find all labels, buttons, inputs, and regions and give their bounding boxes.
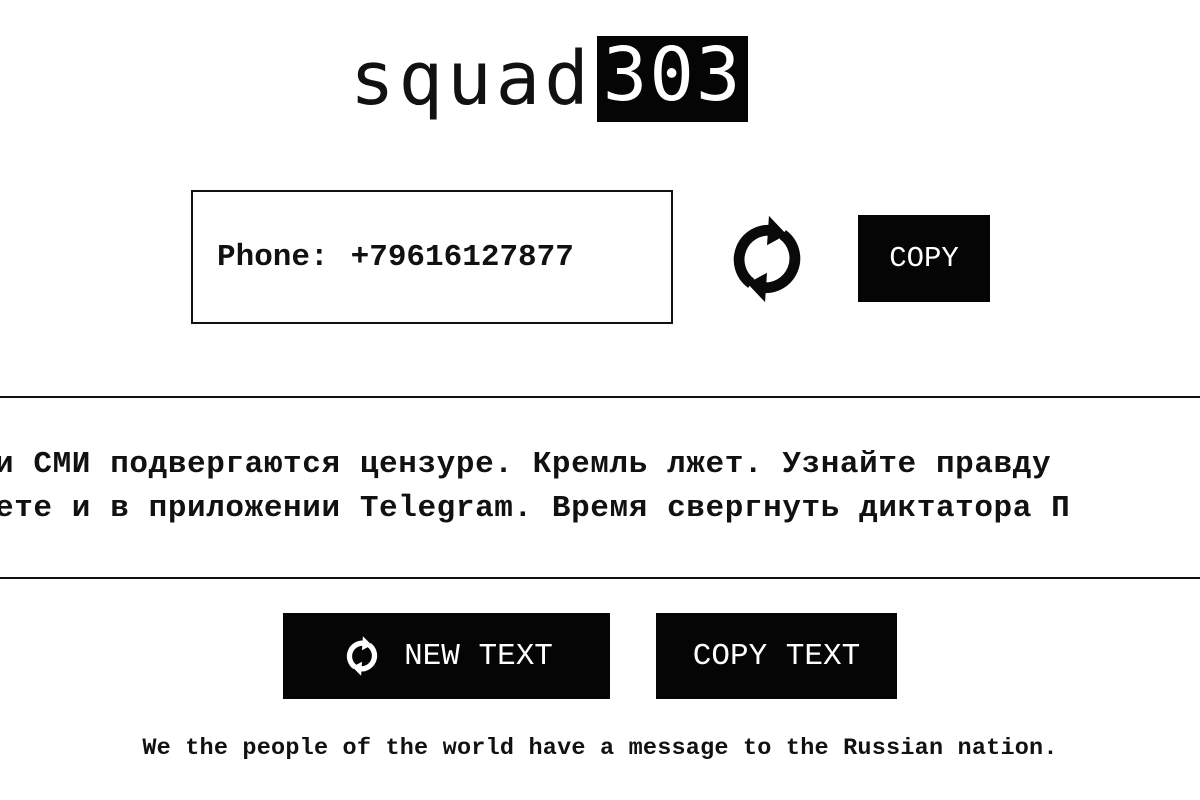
- phone-value: +79616127877: [350, 239, 574, 275]
- message-divider-bottom: [0, 577, 1200, 579]
- refresh-phone-icon[interactable]: [718, 210, 816, 308]
- message-divider-top: [0, 396, 1200, 398]
- phone-label: Phone:: [217, 239, 329, 275]
- phone-number-display: Phone: +79616127877: [191, 190, 673, 324]
- message-text-area: и СМИ подвергаются цензуре. Кремль лжет.…: [0, 445, 1200, 545]
- copy-phone-button[interactable]: COPY: [858, 215, 990, 302]
- page: squad 303 Phone: +79616127877 COPY и СМИ …: [0, 0, 1200, 800]
- new-text-button[interactable]: NEW TEXT: [283, 613, 610, 699]
- refresh-icon: [340, 634, 384, 678]
- message-line: ете и в приложении Telegram. Время сверг…: [0, 491, 1071, 526]
- copy-text-button[interactable]: COPY TEXT: [656, 613, 897, 699]
- footer-message: We the people of the world have a messag…: [142, 735, 1058, 762]
- message-line: и СМИ подвергаются цензуре. Кремль лжет.…: [0, 447, 1052, 482]
- site-logo[interactable]: squad 303: [350, 34, 749, 124]
- logo-number: 303: [596, 36, 749, 122]
- new-text-label: NEW TEXT: [404, 638, 553, 674]
- logo-word: squad: [350, 36, 593, 122]
